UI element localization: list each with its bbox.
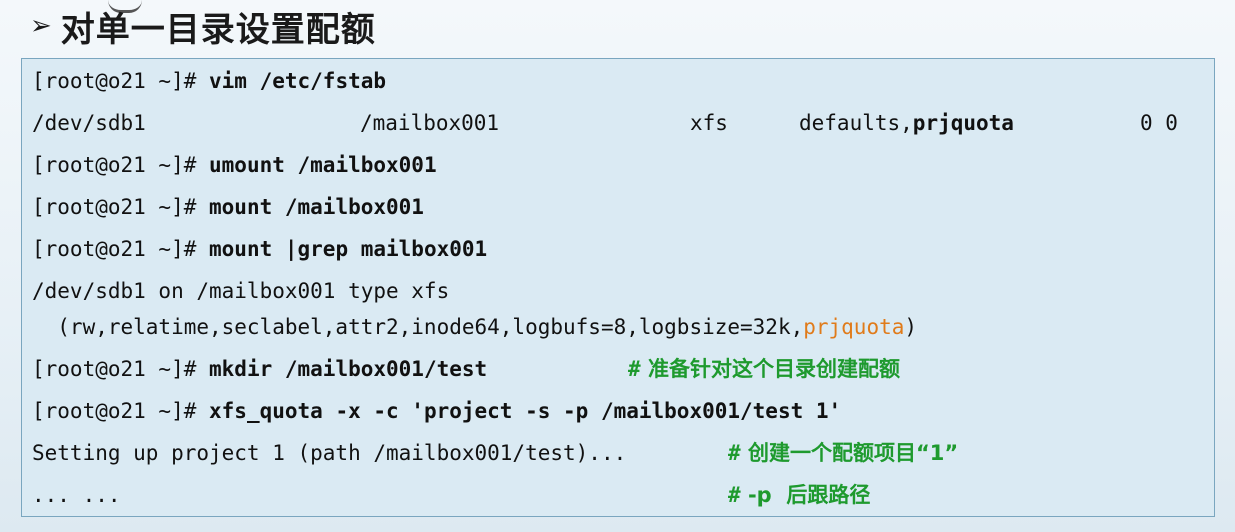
ellipsis-line: ... ... # -p 后跟路径 xyxy=(32,481,1202,509)
command: mkdir /mailbox001/test xyxy=(209,357,488,381)
comment-path: # -p 后跟路径 xyxy=(728,481,870,509)
fstab-device: /dev/sdb1 xyxy=(32,111,146,135)
terminal-line-mkdir: [root@o21 ~]# mkdir /mailbox001/test # 准… xyxy=(32,355,1202,383)
terminal-line-mount: [root@o21 ~]# mount /mailbox001 xyxy=(32,193,424,221)
prompt: [root@o21 ~]# xyxy=(32,195,210,219)
comment-hash: # xyxy=(628,357,641,381)
mount-options-prjquota: prjquota xyxy=(803,315,905,339)
terminal-line-vim: [root@o21 ~]# vim /etc/fstab xyxy=(32,67,386,95)
comment-hash: # xyxy=(728,483,741,507)
fstab-options-defaults: defaults, xyxy=(799,111,913,135)
bullet-arrow-icon: ➢ xyxy=(30,11,53,41)
fstab-options-prjquota: prjquota xyxy=(912,111,1014,135)
terminal-line-grep: [root@o21 ~]# mount |grep mailbox001 xyxy=(32,235,487,263)
fstab-entry: /dev/sdb1 /mailbox001 xfs defaults,prjqu… xyxy=(32,109,1202,137)
terminal-box: [root@o21 ~]# vim /etc/fstab /dev/sdb1 /… xyxy=(21,58,1215,517)
fstab-fstype: xfs xyxy=(690,111,728,135)
command: vim /etc/fstab xyxy=(209,69,387,93)
command: xfs_quota -x -c 'project -s -p /mailbox0… xyxy=(209,399,842,423)
fstab-mountpoint: /mailbox001 xyxy=(360,111,500,135)
fstab-options: defaults,prjquota xyxy=(799,109,1014,137)
mount-output-line1: /dev/sdb1 on /mailbox001 type xfs xyxy=(32,279,450,303)
terminal-line-xfs-quota: [root@o21 ~]# xfs_quota -x -c 'project -… xyxy=(32,397,841,425)
comment-project: # 创建一个配额项目“1” xyxy=(728,439,958,467)
setup-output-line: Setting up project 1 (path /mailbox001/t… xyxy=(32,439,1202,467)
prompt: [root@o21 ~]# xyxy=(32,399,210,423)
mount-options: (rw,relatime,seclabel,attr2,inode64,logb… xyxy=(32,315,804,339)
mount-options-close: ) xyxy=(904,315,918,339)
comment-text: 创建一个配额项目“1” xyxy=(747,441,959,465)
fstab-dump-pass: 0 0 xyxy=(1140,111,1178,135)
comment-hash: # xyxy=(728,441,741,465)
command: umount /mailbox001 xyxy=(209,153,437,177)
slide-title: ➢ 对单一目录设置配额 xyxy=(30,4,376,50)
mount-output-line2: (rw,relatime,seclabel,attr2,inode64,logb… xyxy=(32,313,917,341)
prompt: [root@o21 ~]# xyxy=(32,69,210,93)
comment-text: -p 后跟路径 xyxy=(747,483,871,507)
terminal-line-umount: [root@o21 ~]# umount /mailbox001 xyxy=(32,151,437,179)
prompt: [root@o21 ~]# xyxy=(32,357,210,381)
ellipsis-text: ... ... xyxy=(32,483,121,507)
prompt: [root@o21 ~]# xyxy=(32,237,210,261)
command: mount /mailbox001 xyxy=(209,195,424,219)
comment-text: 准备针对这个目录创建配额 xyxy=(647,357,900,381)
command: mount |grep mailbox001 xyxy=(209,237,488,261)
comment-mkdir: # 准备针对这个目录创建配额 xyxy=(628,355,900,383)
prompt: [root@o21 ~]# xyxy=(32,153,210,177)
slide-title-text: 对单一目录设置配额 xyxy=(60,9,376,50)
setup-output-text: Setting up project 1 (path /mailbox001/t… xyxy=(32,441,627,465)
